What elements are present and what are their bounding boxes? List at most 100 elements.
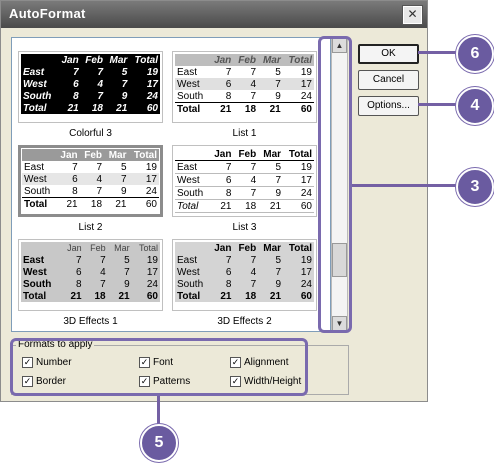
format-preview-table: Jan Feb Mar Total East 7 7 5 19 West 6 4 7 17 South 8 7 9…: [175, 148, 314, 213]
preview-cell: 7: [60, 254, 84, 266]
preview-cell: 24: [129, 90, 160, 102]
preview-cell: 7: [225, 66, 232, 78]
preview-cell: 21: [55, 197, 80, 210]
preview-cell: 17: [129, 78, 160, 90]
preview-cell: 6: [57, 78, 81, 90]
preview-cell: 17: [283, 173, 314, 187]
preview-header-cell: Jan: [55, 149, 80, 161]
preview-cell: South: [175, 186, 210, 200]
preview-cell: 7: [80, 66, 105, 78]
preview-cell: 7: [83, 278, 108, 290]
callout-3-bracket: [318, 36, 352, 333]
preview-cell: East: [175, 160, 210, 174]
preview-cell: 8: [225, 90, 232, 102]
cancel-button[interactable]: Cancel: [358, 70, 419, 90]
preview-cell: 7: [233, 278, 259, 290]
preview-cell: 60: [128, 197, 159, 210]
preview-cell: 7: [96, 161, 103, 173]
preview-cell: East: [177, 66, 198, 78]
preview-header-cell: Mar: [258, 242, 284, 254]
preview-cell: 19: [145, 161, 157, 173]
preview-cell: 60: [283, 290, 314, 302]
preview-cell: 7: [107, 266, 132, 278]
callout-6: 6: [456, 35, 494, 73]
preview-cell: 19: [129, 66, 160, 78]
preview-cell: 17: [128, 173, 159, 185]
preview-header-cell: [175, 148, 210, 161]
preview-header-cell: Mar: [258, 54, 283, 66]
preview-cell: East: [21, 254, 61, 266]
preview-cell: West: [175, 266, 210, 278]
format-tile[interactable]: Jan Feb Mar Total East 7 7 5 19 West 6 4 7 17 South 8 7 9…: [18, 145, 163, 217]
preview-cell: 7: [72, 161, 78, 173]
preview-cell: 7: [209, 254, 234, 266]
format-tile-caption: 3D Effects 1: [63, 316, 118, 327]
preview-header-cell: Total: [283, 148, 314, 161]
preview-cell: 7: [105, 78, 130, 90]
preview-cell: 7: [57, 66, 81, 78]
preview-cell: 7: [233, 254, 259, 266]
preview-cell: 17: [131, 266, 160, 278]
preview-cell: West: [22, 173, 56, 185]
preview-header-cell: Total: [283, 242, 314, 254]
preview-cell: 24: [300, 90, 312, 102]
preview-cell: West: [21, 266, 61, 278]
preview-header-cell: [21, 242, 61, 254]
preview-cell: 8: [72, 185, 78, 197]
format-gallery[interactable]: Jan Feb Mar Total East 7 7 5 19 West 6 4 7 17 South 8 7 9…: [11, 37, 331, 332]
callout-3: 3: [456, 168, 494, 206]
format-tile-caption: 3D Effects 2: [217, 316, 272, 327]
options-button[interactable]: Options...: [358, 96, 419, 116]
preview-header-cell: Total: [128, 149, 159, 161]
preview-header-cell: Mar: [258, 148, 284, 161]
callout-5: 5: [140, 424, 178, 462]
preview-cell: 7: [250, 66, 257, 78]
preview-cell: 5: [120, 161, 127, 173]
preview-cell: 7: [258, 266, 284, 278]
preview-header-cell: Feb: [233, 242, 259, 254]
close-button[interactable]: ✕: [402, 5, 423, 25]
preview-header-cell: Jan: [209, 148, 234, 161]
preview-cell: 8: [209, 278, 234, 290]
callout-5-line: [157, 396, 160, 424]
preview-cell: South: [24, 185, 51, 197]
preview-cell: 21: [209, 102, 234, 115]
preview-cell: 7: [209, 160, 234, 174]
preview-cell: 7: [83, 254, 108, 266]
format-tile[interactable]: Jan Feb Mar Total East 7 7 5 19 West 6 4 7 17 South 8 7 9…: [18, 51, 163, 123]
preview-cell: 21: [60, 290, 84, 302]
format-tile-caption: List 2: [78, 222, 103, 233]
preview-cell: 60: [129, 102, 160, 114]
preview-cell: West: [175, 78, 210, 90]
preview-cell: West: [175, 173, 210, 187]
callout-4: 4: [456, 87, 494, 125]
format-tile[interactable]: Jan Feb Mar Total East 7 7 5 19 West 6 4 7 17 South 8 7 9…: [172, 145, 317, 217]
format-preview-table: Jan Feb Mar Total East 7 7 5 19 West 6 4 7 17 South 8 7 9…: [21, 54, 160, 114]
format-tile[interactable]: Jan Feb Mar Total East 7 7 5 19 West 6 4 7 17 South 8 7 9…: [18, 239, 163, 311]
preview-cell: 9: [275, 90, 281, 102]
format-preview-table: Jan Feb Mar Total East 7 7 5 19 West 6 4 7 17 South 8 7 9…: [175, 242, 314, 302]
preview-cell: 5: [275, 66, 281, 78]
preview-cell: 18: [233, 199, 259, 213]
preview-cell: 18: [233, 102, 259, 115]
preview-cell: 18: [79, 197, 105, 210]
preview-cell: 5: [258, 160, 284, 174]
format-tile[interactable]: Jan Feb Mar Total East 7 7 5 19 West 6 4 7 17 South 8 7 9…: [172, 239, 317, 311]
preview-cell: 4: [233, 173, 259, 187]
preview-header-cell: Jan: [209, 54, 234, 66]
preview-cell: 9: [120, 185, 127, 197]
preview-header-cell: Feb: [233, 54, 259, 66]
preview-cell: 6: [209, 266, 234, 278]
preview-cell: 60: [282, 102, 314, 115]
preview-cell: 21: [209, 199, 234, 213]
preview-header-cell: [21, 54, 58, 66]
preview-cell: 19: [131, 254, 160, 266]
callout-4-line: [418, 103, 458, 106]
preview-cell: Total: [22, 197, 56, 210]
format-tile[interactable]: Jan Feb Mar Total East 7 7 5 19 West 6 4 7 17 South 8 7 9…: [172, 51, 317, 123]
preview-cell: 5: [107, 254, 132, 266]
preview-cell: 4: [79, 173, 105, 185]
preview-header-cell: [175, 242, 210, 254]
preview-cell: 60: [131, 290, 160, 302]
ok-button[interactable]: OK: [358, 44, 419, 64]
